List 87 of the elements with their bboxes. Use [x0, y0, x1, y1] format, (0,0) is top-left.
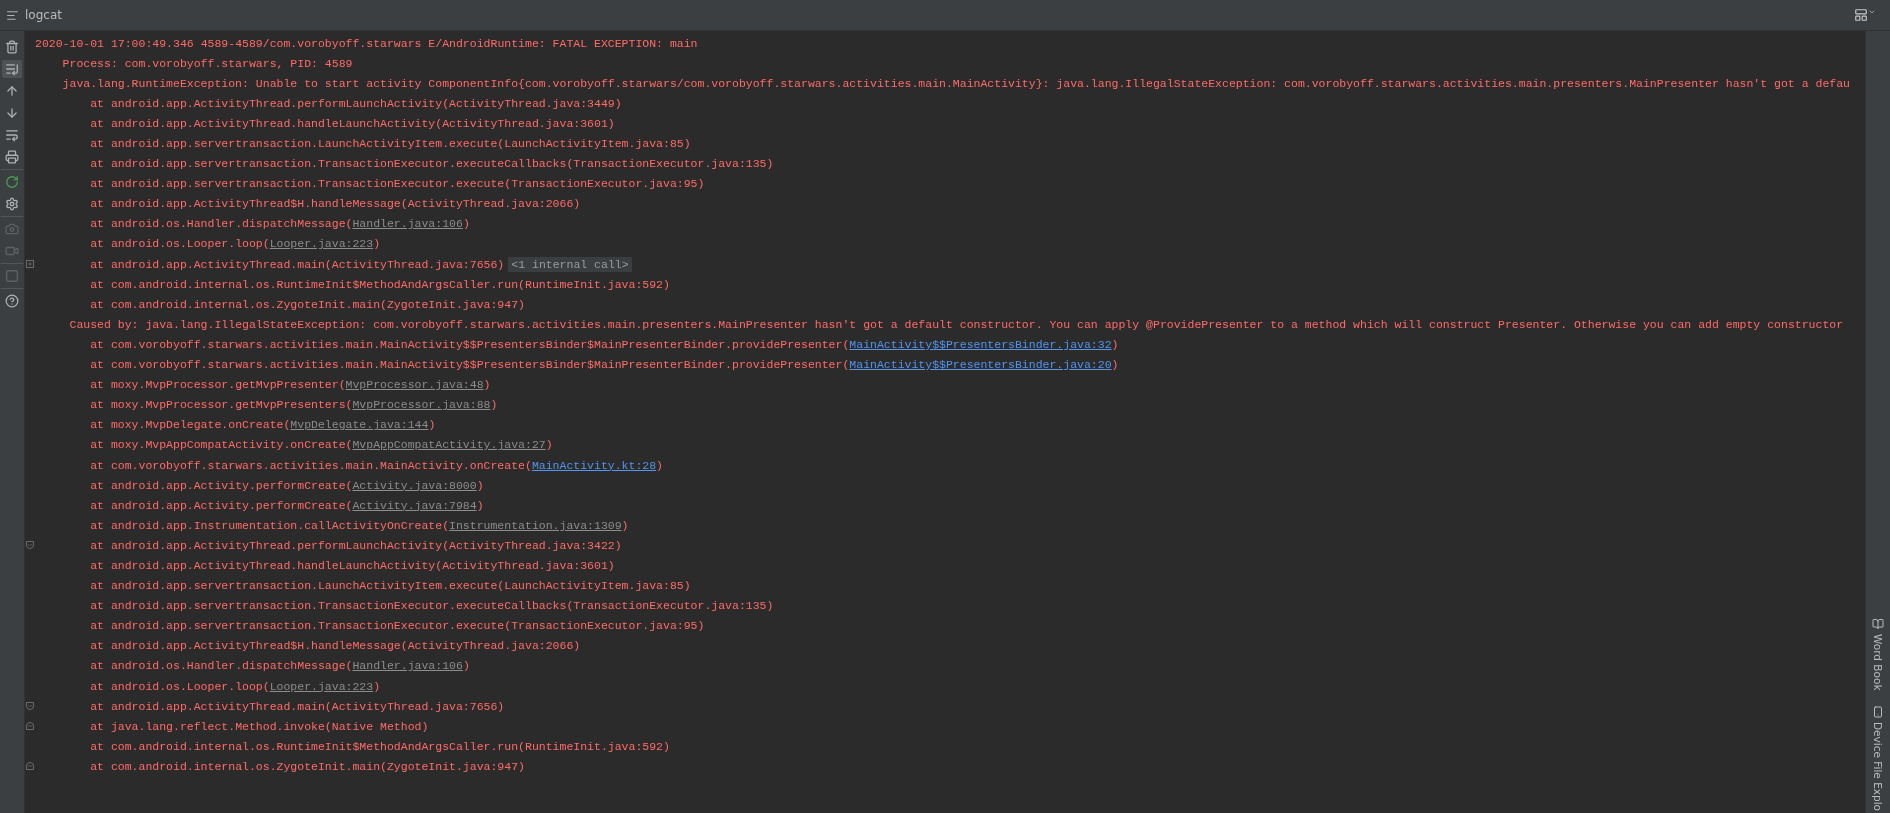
- log-line: Caused by: java.lang.IllegalStateException: com.vorobyoff.starwars.activities.main.presenters.MainPresenter hasn't got a default constructor. You can apply @ProvidePresenter to a method which will construct Presenter. Otherwise you can add empty constructor: [69, 317, 1844, 331]
- log-line: at android.os.Handler.dispatchMessage(: [90, 659, 353, 673]
- scroll-to-end-icon: [5, 62, 19, 76]
- source-link[interactable]: Activity.java:8000: [352, 478, 477, 492]
- log-line: at moxy.MvpProcessor.getMvpPresenter(: [90, 378, 346, 392]
- source-link[interactable]: Handler.java:106: [352, 217, 463, 231]
- log-line: java.lang.RuntimeException: Unable to start activity ComponentInfo{com.vorobyoff.starwars/com.vorobyoff.starwars.activities.main.MainActivity}: java.lang.IllegalStateException: com.vorobyoff.starwars.activities.main.presenters.MainPresenter hasn't got a defau: [62, 76, 1850, 90]
- log-line: at android.app.ActivityThread.main(ActivityThread.java:7656): [90, 699, 505, 713]
- trash-icon: [5, 40, 19, 54]
- log-line: ): [545, 438, 553, 452]
- log-line: 2020-10-01 17:00:49.346 4589-4589/com.vorobyoff.starwars E/AndroidRuntime: FATAL EXCEPTION: main: [35, 36, 698, 50]
- log-line: at android.app.servertransaction.TransactionExecutor.execute(TransactionExecutor.java:95): [90, 177, 705, 191]
- log-line: at android.app.ActivityThread.handleLaunchActivity(ActivityThread.java:3601): [90, 116, 615, 130]
- log-line: at com.vorobyoff.starwars.activities.main.MainActivity.onCreate(: [90, 458, 532, 472]
- printer-icon: [5, 150, 19, 164]
- source-link[interactable]: Activity.java:7984: [352, 498, 477, 512]
- log-line: at android.os.Looper.loop(: [90, 237, 270, 251]
- log-line: at moxy.MvpDelegate.onCreate(: [90, 418, 291, 432]
- source-link[interactable]: MvpProcessor.java:88: [352, 398, 491, 412]
- source-link[interactable]: MainActivity$$PresentersBinder.java:20: [849, 358, 1112, 372]
- log-line: at android.app.ActivityThread$H.handleMessage(ActivityThread.java:2066): [90, 197, 581, 211]
- log-line: at android.app.ActivityThread.main(ActivityThread.java:7656): [90, 257, 505, 271]
- phone-icon: [1872, 706, 1884, 718]
- log-line: ): [656, 458, 663, 472]
- log-line: at com.vorobyoff.starwars.activities.main.MainActivity$$PresentersBinder$MainPresenterBinder.providePresenter(: [90, 337, 850, 351]
- log-line: at android.app.ActivityThread.handleLaunchActivity(ActivityThread.java:3601): [90, 559, 615, 572]
- expand-icon[interactable]: [26, 260, 34, 269]
- source-link[interactable]: Looper.java:223: [269, 237, 374, 251]
- restart-icon: [5, 175, 19, 189]
- log-line: at moxy.MvpAppCompatActivity.onCreate(: [90, 438, 353, 452]
- log-line: ): [476, 498, 484, 512]
- log-line: ): [483, 378, 491, 392]
- source-link[interactable]: MvpDelegate.java:144: [290, 418, 429, 432]
- scroll-to-end-button[interactable]: [2, 60, 22, 78]
- log-line: ): [490, 398, 498, 412]
- log-line: ): [1111, 337, 1119, 351]
- log-line: at moxy.MvpProcessor.getMvpPresenters(: [90, 398, 353, 412]
- source-link[interactable]: MainActivity$$PresentersBinder.java:32: [849, 337, 1112, 351]
- menu-icon[interactable]: [6, 8, 19, 22]
- settings-icon: [5, 197, 19, 211]
- log-line: at android.os.Handler.dispatchMessage(: [90, 217, 353, 231]
- log-line: at com.android.internal.os.ZygoteInit.main(ZygoteInit.java:947): [90, 297, 525, 311]
- side-tab[interactable]: Device File Explo: [1866, 706, 1890, 811]
- camera-icon: [5, 222, 19, 236]
- log-line: at android.app.Activity.performCreate(: [90, 498, 353, 512]
- log-line: ): [373, 679, 381, 693]
- log-line: ): [1111, 358, 1119, 372]
- log-line: at android.app.ActivityThread.performLaunchActivity(ActivityThread.java:3422): [90, 538, 622, 552]
- source-link[interactable]: Instrumentation.java:1309: [449, 518, 622, 532]
- source-link[interactable]: Handler.java:106: [352, 659, 463, 673]
- panel-title: logcat: [25, 8, 62, 22]
- log-line: at android.os.Looper.loop(: [90, 679, 270, 693]
- log-line: ): [621, 518, 629, 532]
- wrap-text-icon: [5, 128, 19, 142]
- log-line: ): [462, 659, 470, 673]
- log-line: ): [373, 237, 381, 251]
- log-line: at android.app.servertransaction.TransactionExecutor.executeCallbacks(TransactionExecutor.java:135): [90, 157, 774, 171]
- stop-icon: [5, 269, 19, 283]
- log-line: ): [428, 418, 436, 432]
- source-link[interactable]: MvpProcessor.java:48: [345, 378, 484, 392]
- log-line: at com.vorobyoff.starwars.activities.main.MainActivity$$PresentersBinder$MainPresenterBinder.providePresenter(: [90, 358, 850, 372]
- log-line: ): [476, 478, 484, 492]
- log-line: at com.android.internal.os.RuntimeInit$MethodAndArgsCaller.run(RuntimeInit.java:592): [90, 277, 670, 291]
- collapse-icon[interactable]: [26, 762, 34, 771]
- book-icon: [1872, 617, 1884, 630]
- help-icon: [5, 294, 19, 308]
- video-camera-icon: [5, 244, 19, 258]
- log-line: at android.app.servertransaction.LaunchActivityItem.execute(LaunchActivityItem.java:85): [90, 137, 691, 150]
- log-line: at android.app.Activity.performCreate(: [90, 478, 353, 492]
- log-line: at android.app.servertransaction.LaunchActivityItem.execute(LaunchActivityItem.java:85): [90, 579, 691, 593]
- log-line: at android.app.servertransaction.TransactionExecutor.executeCallbacks(TransactionExecutor.java:135): [90, 599, 774, 613]
- log-line: at android.app.ActivityThread.performLaunchActivity(ActivityThread.java:3449): [90, 96, 622, 110]
- collapse-icon[interactable]: [26, 722, 34, 731]
- log-line: at android.app.ActivityThread$H.handleMessage(ActivityThread.java:2066): [90, 639, 581, 653]
- log-line: at com.android.internal.os.ZygoteInit.main(ZygoteInit.java:947): [90, 759, 525, 773]
- log-line: at android.app.Instrumentation.callActivityOnCreate(: [90, 518, 450, 532]
- source-link[interactable]: MainActivity.kt:28: [531, 458, 657, 472]
- source-link[interactable]: MvpAppCompatActivity.java:27: [352, 438, 546, 452]
- log-line: at android.app.servertransaction.TransactionExecutor.execute(TransactionExecutor.java:95): [90, 619, 705, 633]
- source-link[interactable]: Looper.java:223: [269, 679, 374, 693]
- side-tab[interactable]: Word Book: [1866, 617, 1890, 690]
- log-line: at com.android.internal.os.RuntimeInit$MethodAndArgsCaller.run(RuntimeInit.java:592): [90, 739, 670, 753]
- layout-icon[interactable]: [1854, 8, 1876, 22]
- log-line: at java.lang.reflect.Method.invoke(Native Method): [90, 719, 429, 733]
- log-line: Process: com.vorobyoff.starwars, PID: 4589: [62, 56, 353, 70]
- log-line: ): [462, 217, 470, 231]
- internal-call-badge[interactable]: <1 internal call>: [508, 256, 632, 272]
